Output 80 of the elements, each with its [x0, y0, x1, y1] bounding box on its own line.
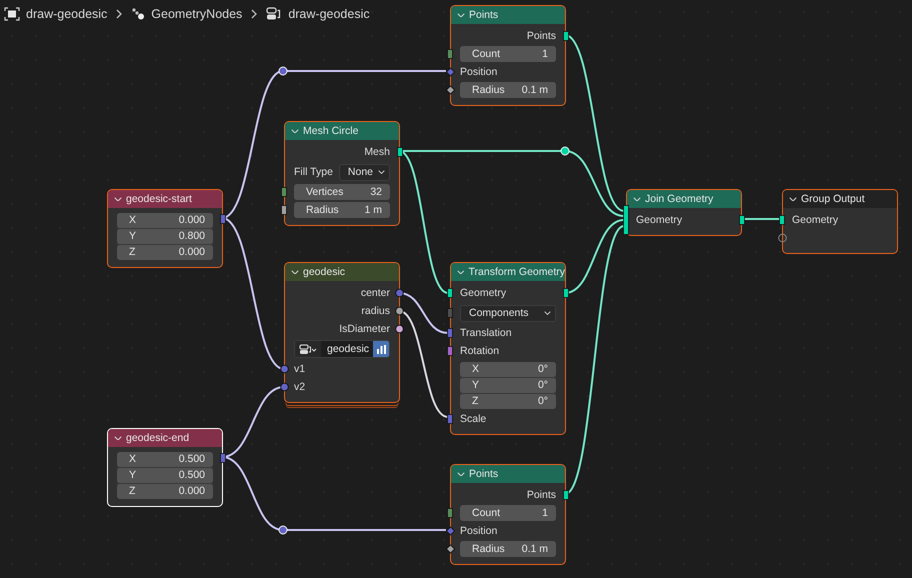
caret-icon[interactable] [544, 310, 551, 316]
socket-label: Points [526, 30, 556, 42]
number-field[interactable]: Z 0° [460, 394, 556, 408]
node-title: geodesic [303, 266, 346, 278]
socket-label: IsDiameter [339, 323, 390, 335]
field-label: Fill Type [294, 166, 333, 178]
number-field[interactable]: Radius 0.1 m [460, 82, 556, 98]
node-title: Join Geometry [645, 193, 714, 205]
dropdown[interactable]: Components [460, 304, 556, 322]
reroute-dot[interactable] [278, 526, 288, 534]
node-card[interactable]: Mesh Circle Mesh Fill Type None Vertices 32 Radius 1 m [284, 121, 400, 226]
socket-label: Translation [460, 327, 512, 339]
socket-icon[interactable] [563, 288, 569, 298]
node-title: Points [469, 468, 498, 480]
reroute-dot[interactable] [560, 146, 570, 156]
socket-icon[interactable] [397, 147, 403, 157]
node-title: geodesic-end [126, 432, 190, 444]
breadcrumb-item[interactable]: draw-geodesic [288, 7, 370, 21]
collapse-icon[interactable] [291, 270, 299, 274]
number-field[interactable]: Vertices 32 [294, 184, 390, 200]
number-field[interactable]: Z 0.000 [117, 484, 213, 498]
node-header[interactable]: Group Output [783, 190, 897, 208]
node-group-icon [266, 7, 282, 21]
node-card[interactable]: geodesic-end X 0.500 Y 0.500 Z 0.000 [107, 428, 223, 507]
socket-label: Mesh [364, 146, 390, 158]
number-field[interactable]: X 0.000 [117, 212, 213, 228]
frame-icon [4, 7, 20, 21]
number-field[interactable]: Count 1 [460, 46, 556, 62]
node-card[interactable]: Transform Geometry Geometry Components Translation Rotation X 0° Y 0° Z 0° Scale [450, 262, 566, 435]
node-header[interactable]: Points [451, 465, 565, 483]
socket-label: v2 [294, 381, 306, 393]
breadcrumb-item[interactable]: GeometryNodes [151, 7, 242, 21]
socket-icon[interactable] [623, 205, 629, 235]
breadcrumb-item[interactable]: draw-geodesic [26, 7, 108, 21]
collapse-icon[interactable] [114, 436, 122, 440]
number-field[interactable]: X 0° [460, 362, 556, 376]
chevron-right-icon [250, 9, 258, 19]
socket-label: Position [460, 66, 498, 78]
node-title: geodesic-start [126, 193, 192, 205]
dropdown[interactable]: None [338, 164, 390, 180]
caret-icon[interactable] [378, 170, 385, 174]
number-field[interactable]: Radius 0.1 m [460, 541, 556, 557]
socket-icon[interactable] [563, 490, 569, 500]
number-field[interactable]: Y 0.500 [117, 468, 213, 482]
socket-icon[interactable] [563, 31, 569, 41]
node-header[interactable]: Points [451, 6, 565, 24]
node-title: Mesh Circle [303, 125, 358, 137]
socket-label: Position [460, 525, 498, 537]
number-field[interactable]: Y 0° [460, 378, 556, 392]
number-field[interactable]: Y 0.800 [117, 228, 213, 244]
node-header[interactable]: geodesic [285, 263, 399, 281]
node-header[interactable]: Transform Geometry [451, 263, 565, 281]
number-field[interactable]: X 0.500 [117, 452, 213, 466]
node-title: Transform Geometry [468, 266, 565, 278]
socket-label: Geometry [636, 214, 682, 226]
socket-label: Scale [460, 413, 486, 425]
socket-label: center [360, 287, 390, 299]
node-header[interactable]: geodesic-start [108, 190, 222, 208]
chevron-right-icon [115, 9, 124, 19]
node-header[interactable]: Mesh Circle [285, 122, 399, 140]
node-header[interactable]: geodesic-end [108, 429, 222, 447]
collapse-icon[interactable] [114, 196, 122, 202]
node-card[interactable]: geodesic-start X 0.000 Y 0.800 Z 0.000 [107, 189, 223, 268]
socket-label: Rotation [460, 345, 500, 357]
dots-icon [131, 7, 146, 21]
number-field[interactable]: Count 1 [460, 505, 556, 521]
node-header[interactable]: Join Geometry [627, 190, 741, 208]
socket-label: Points [526, 489, 556, 501]
reroute-dot[interactable] [278, 66, 288, 76]
socket-label: radius [361, 305, 390, 317]
socket-icon[interactable] [739, 215, 745, 225]
node-title: Points [469, 9, 498, 21]
socket-label: v1 [294, 363, 306, 375]
socket-label: Geometry [792, 214, 838, 226]
collapse-icon[interactable] [789, 196, 797, 202]
number-field[interactable]: Radius 1 m [294, 202, 390, 218]
number-field[interactable]: Z 0.000 [117, 244, 213, 260]
node-card[interactable]: Join Geometry Geometry [626, 189, 742, 236]
socket-label: Geometry [460, 287, 506, 299]
node-title: Group Output [801, 193, 865, 205]
